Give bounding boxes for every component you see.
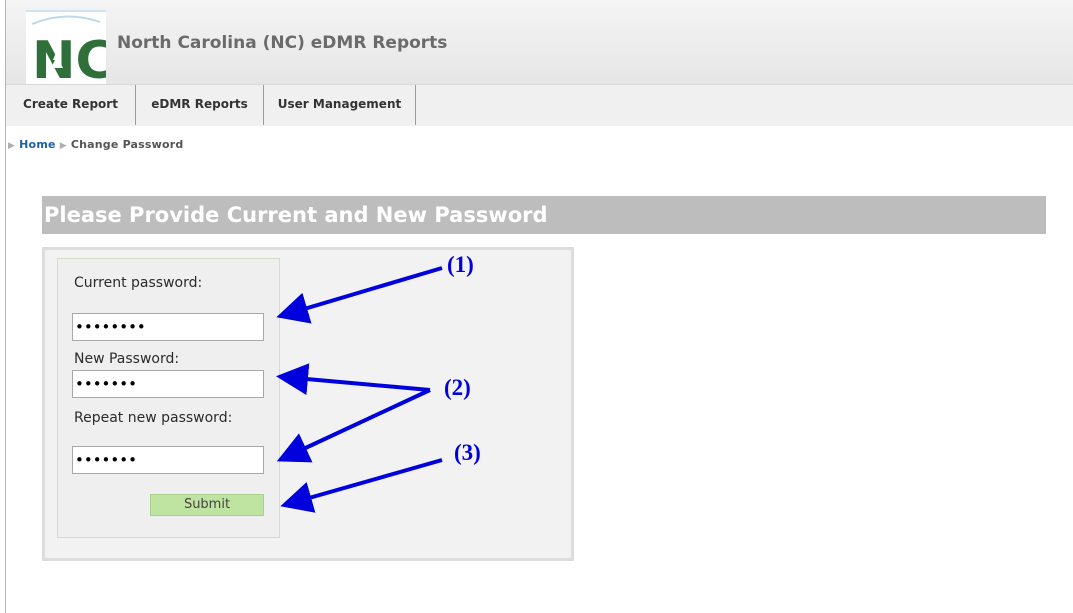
arrow-to-repeat-password xyxy=(276,388,431,463)
annotation-3: (3) xyxy=(454,440,481,465)
annotation-arrows xyxy=(276,266,443,513)
annotation-1: (1) xyxy=(447,252,474,277)
annotation-2: (2) xyxy=(444,375,471,400)
arrow-to-new-password xyxy=(276,363,431,396)
arrow-to-submit xyxy=(280,458,443,513)
arrow-to-current-password xyxy=(276,266,443,324)
